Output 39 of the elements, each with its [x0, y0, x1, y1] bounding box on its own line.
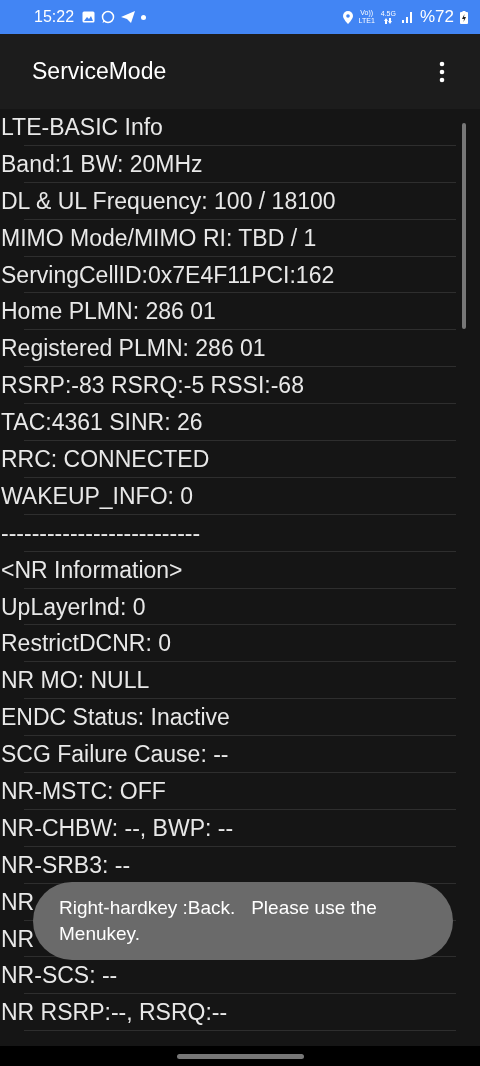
info-line: NR-CHBW: --, BWP: -- [0, 814, 234, 842]
info-line: NR RSRP:--, RSRQ:-- [0, 999, 228, 1027]
data-arrows-icon [384, 18, 393, 24]
app-title: ServiceMode [32, 58, 167, 85]
info-line: Band:1 BW: 20MHz [0, 150, 203, 178]
info-line: NR-MSTC: OFF [0, 777, 166, 805]
info-line: UpLayerInd: 0 [0, 593, 146, 621]
signal-icon [401, 11, 414, 23]
info-line: MIMO Mode/MIMO RI: TBD / 1 [0, 224, 317, 252]
paper-plane-icon [121, 11, 136, 23]
dot-icon [141, 14, 147, 20]
clock-time: 15:22 [34, 8, 75, 26]
info-line: NR-SCS: -- [0, 962, 118, 990]
info-line: WAKEUP_INFO: 0 [0, 482, 194, 510]
info-line: NR [0, 925, 35, 953]
info-line: Registered PLMN: 286 01 [0, 335, 266, 363]
info-line: RSRP:-83 RSRQ:-5 RSSI:-68 [0, 372, 304, 400]
toast-message: Right-hardkey :Back. Please use the Menukey. [33, 882, 453, 960]
chat-icon [101, 10, 116, 24]
info-line: RestrictDCNR: 0 [0, 630, 171, 658]
more-options-icon[interactable] [439, 60, 445, 83]
location-icon [342, 10, 353, 24]
info-line: NR MO: NULL [0, 667, 150, 695]
info-line: TAC:4361 SINR: 26 [0, 409, 203, 437]
info-line: RRC: CONNECTED [0, 445, 210, 473]
gallery-icon [82, 11, 96, 23]
info-line: ENDC Status: Inactive [0, 704, 230, 732]
info-line: ServingCellID:0x7E4F11PCI:162 [0, 261, 335, 289]
info-line: -------------------------- [0, 519, 201, 547]
info-line: <NR Information> [0, 556, 183, 584]
info-line: SCG Failure Cause: -- [0, 741, 229, 769]
battery-percent: %72 [419, 7, 454, 27]
battery-icon [460, 10, 468, 24]
info-line: NR-SRB3: -- [0, 851, 131, 879]
info-line: Home PLMN: 286 01 [0, 298, 216, 326]
info-line: LTE-BASIC Info [0, 113, 163, 141]
home-handle[interactable] [176, 1053, 304, 1059]
info-line: NR [0, 888, 35, 916]
info-line: DL & UL Frequency: 100 / 18100 [0, 187, 336, 215]
